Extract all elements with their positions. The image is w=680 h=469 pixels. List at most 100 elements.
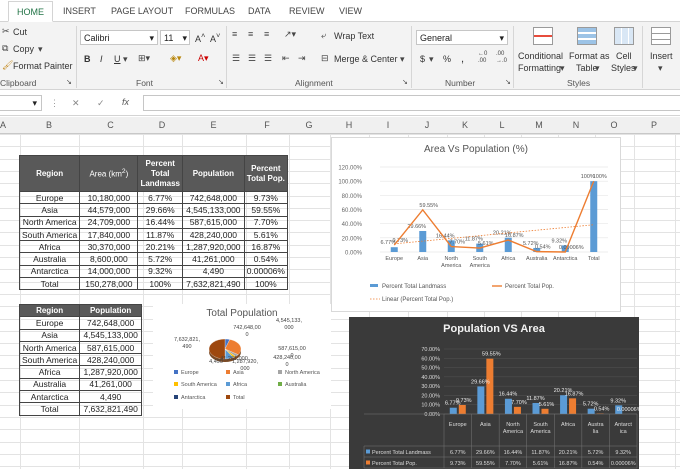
column-header[interactable]: G [289,120,329,130]
table-cell[interactable]: 587,615,000 [79,340,142,355]
formula-input[interactable] [143,95,680,111]
borders-icon[interactable]: ⊞▾ [138,53,150,64]
column-header[interactable]: E [182,120,245,130]
table-cell[interactable]: Asia [18,328,81,342]
insert-function-icon[interactable]: fx [122,97,129,107]
table-cell[interactable]: North America [18,215,81,229]
font-launcher-icon[interactable]: ↘ [218,78,224,86]
table-cell[interactable]: 7,632,821,490 [182,277,245,291]
cancel-icon[interactable]: ✕ [72,98,80,109]
align-center-icon[interactable]: ☰ [248,53,256,64]
table-cell[interactable]: 14,000,000 [79,264,139,279]
column-header[interactable]: K [447,120,483,130]
tab-review[interactable]: REVIEW [289,6,325,16]
chevron-down-icon[interactable]: ▾ [595,63,600,74]
number-format-select[interactable]: General ▾ [416,30,508,45]
table-cell[interactable]: 5.61% [243,227,289,242]
column-header[interactable]: J [408,120,446,130]
copy-button[interactable]: Copy [13,44,34,54]
table-cell[interactable]: Europe [18,316,81,330]
column-header[interactable]: M [521,120,557,130]
align-middle-icon[interactable]: ≡ [248,29,253,39]
tab-data[interactable]: DATA [248,6,271,16]
confirm-icon[interactable]: ✓ [97,98,105,109]
table-cell[interactable]: South America [18,227,81,242]
table-cell[interactable]: 10,180,000 [79,190,139,205]
table-cell[interactable]: 9.73% [243,190,289,205]
column-header[interactable]: D [143,120,181,130]
increase-indent-icon[interactable]: ⇥ [298,53,306,64]
table-cell[interactable]: Antarctica [18,264,81,279]
table-cell[interactable]: 59.55% [243,203,289,217]
increase-decimal-icon[interactable]: ←0.00 [478,51,487,65]
table-cell[interactable]: 1,287,920,000 [182,240,245,254]
population-vs-area-chart[interactable]: Population VS Area 70.00% 60.00% 50.00% 40.… [349,317,639,469]
comma-style-button[interactable]: , [461,53,464,65]
chevron-down-icon[interactable]: ▾ [560,63,565,74]
table-cell[interactable]: 11.87% [137,227,184,242]
table-cell[interactable]: Total [18,277,81,291]
table-cell[interactable]: 29.66% [137,203,184,217]
align-left-icon[interactable]: ☰ [232,53,240,64]
cell-styles-label-2[interactable]: Styles [611,63,636,73]
table-cell[interactable]: 7.70% [243,215,289,229]
tab-page-layout[interactable]: PAGE LAYOUT [111,6,173,16]
table-cell[interactable]: Antarctica [18,390,81,404]
table-cell[interactable]: 1,287,920,000 [79,365,142,379]
chevron-down-icon[interactable]: ▾ [400,54,405,65]
table-cell[interactable]: Asia [18,203,81,217]
table-cell[interactable]: 742,648,000 [79,316,142,330]
font-name-select[interactable]: Calibri ▾ [80,30,158,45]
font-size-select[interactable]: 11 ▾ [160,30,190,45]
column-header[interactable]: F [246,120,288,130]
font-color-icon[interactable]: A▾ [198,53,209,64]
column-header[interactable]: H [330,120,368,130]
clipboard-launcher-icon[interactable]: ↘ [66,78,72,86]
table-cell[interactable]: Total [18,402,81,416]
table-cell[interactable]: 4,545,133,000 [182,203,245,217]
chevron-down-icon[interactable]: ▾ [658,63,663,74]
table-cell[interactable]: 5.72% [137,252,184,266]
align-bottom-icon[interactable]: ≡ [264,29,269,39]
copy-dropdown-icon[interactable]: ▾ [38,44,43,55]
table-cell[interactable]: Europe [18,190,81,205]
format-as-table-label[interactable]: Format as [569,51,610,61]
cell-styles-label[interactable]: Cell [616,51,632,61]
table-cell[interactable]: Africa [18,365,81,379]
chevron-down-icon[interactable]: ▾ [429,54,434,65]
table-cell[interactable]: 16.44% [137,215,184,229]
align-right-icon[interactable]: ☰ [264,53,272,64]
underline-button[interactable]: U [114,54,121,64]
name-box[interactable]: ▾ [0,95,42,111]
table-cell[interactable]: 428,240,000 [182,227,245,242]
table-cell[interactable]: 428,240,000 [79,353,142,367]
cut-button[interactable]: Cut [13,27,27,37]
tab-insert[interactable]: INSERT [63,6,96,16]
decrease-font-icon[interactable]: A˅ [210,31,220,44]
percent-style-button[interactable]: % [443,54,451,64]
decrease-decimal-icon[interactable]: .00 →.0 [496,51,507,65]
table-cell[interactable]: 100% [137,277,184,291]
table-cell[interactable]: 17,840,000 [79,227,139,242]
table-cell[interactable]: 100% [243,277,289,291]
chevron-down-icon[interactable]: ▾ [123,54,128,65]
table-cell[interactable]: 0.54% [243,252,289,266]
orientation-icon[interactable]: ↗▾ [284,29,296,40]
column-header[interactable]: O [595,120,633,130]
column-header[interactable]: P [634,120,674,130]
column-header[interactable]: N [558,120,594,130]
table-cell[interactable]: 0.00006% [243,264,289,279]
total-population-chart[interactable]: Total Population 742,648,00 0 4,545,133, 00… [153,304,331,409]
table-cell[interactable]: 41,261,000 [182,252,245,266]
tab-formulas[interactable]: FORMULAS [185,6,235,16]
table-cell[interactable]: 24,709,000 [79,215,139,229]
conditional-formatting-label-2[interactable]: Formatting [518,63,561,73]
italic-button[interactable]: I [100,54,103,64]
chevron-down-icon[interactable]: ▾ [633,63,638,74]
align-top-icon[interactable]: ≡ [232,29,237,39]
fill-color-icon[interactable]: ◈▾ [170,53,181,64]
table-cell[interactable]: 4,490 [182,264,245,279]
format-painter-button[interactable]: Format Painter [13,61,73,71]
insert-cells-button[interactable]: Insert [650,51,673,61]
merge-center-button[interactable]: Merge & Center [334,54,398,64]
